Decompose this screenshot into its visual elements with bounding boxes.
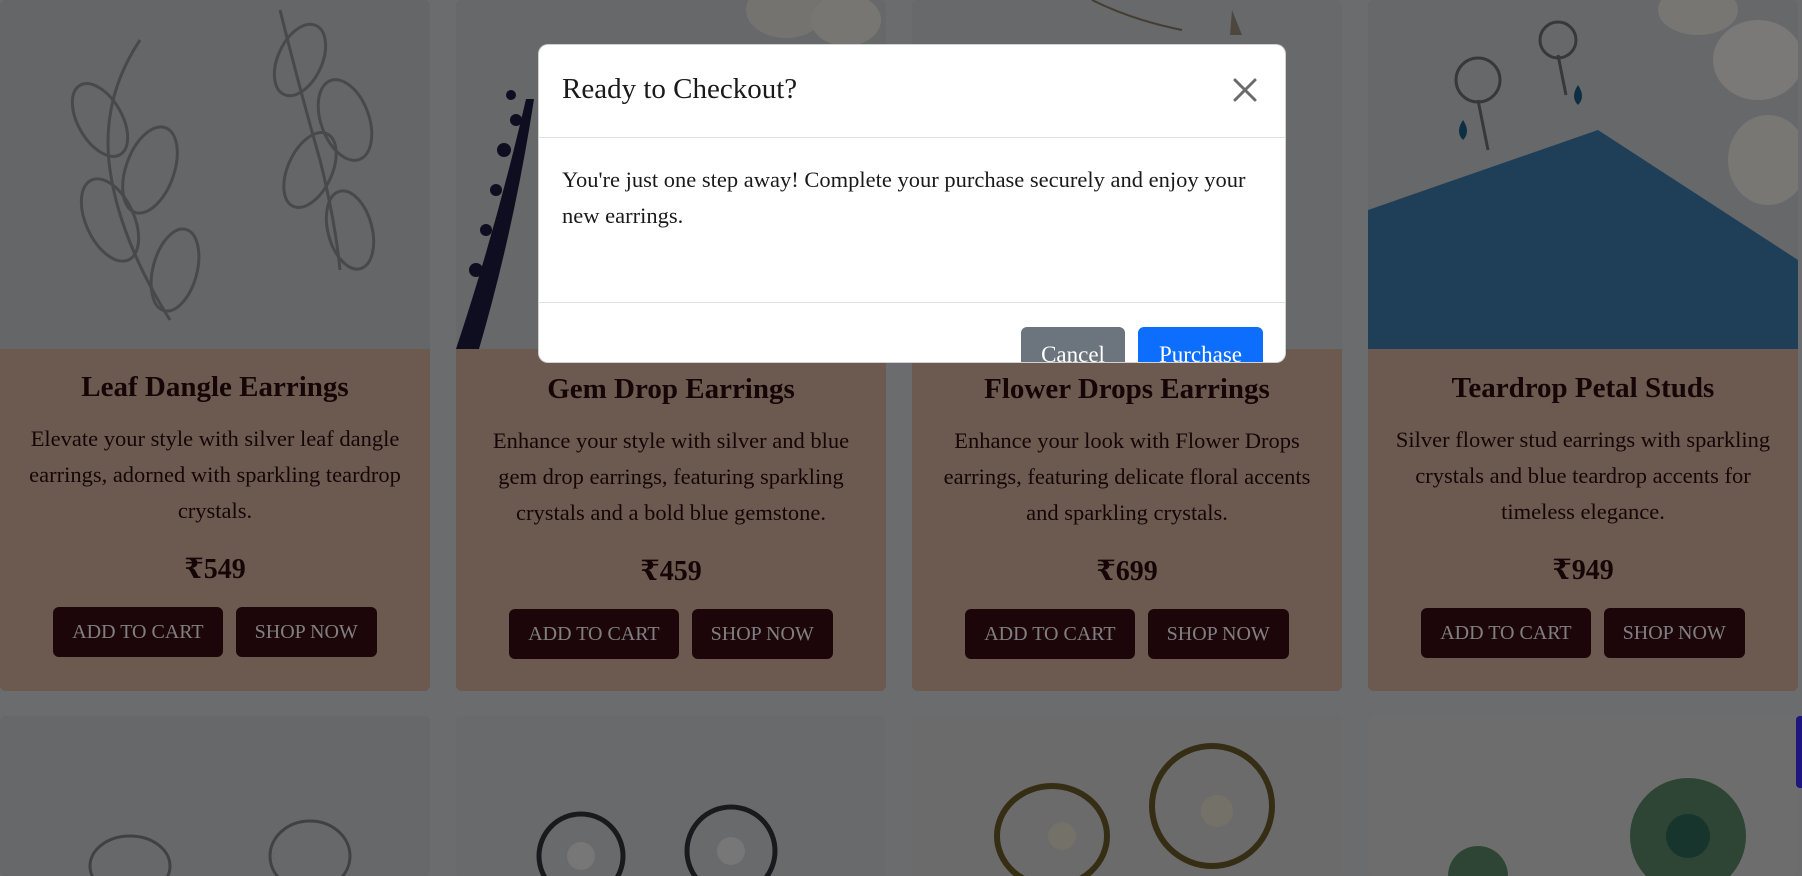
close-icon [1233,78,1257,102]
close-button[interactable] [1225,70,1265,110]
modal-title: Ready to Checkout? [562,73,798,105]
modal-body: You're just one step away! Complete your… [539,138,1285,303]
modal-footer: Cancel Purchase [539,303,1285,362]
cancel-button[interactable]: Cancel [1021,327,1125,362]
purchase-button[interactable]: Purchase [1138,327,1263,362]
modal-message: You're just one step away! Complete your… [562,167,1246,228]
checkout-modal: Ready to Checkout? You're just one step … [538,44,1286,363]
modal-header: Ready to Checkout? [539,45,1285,138]
